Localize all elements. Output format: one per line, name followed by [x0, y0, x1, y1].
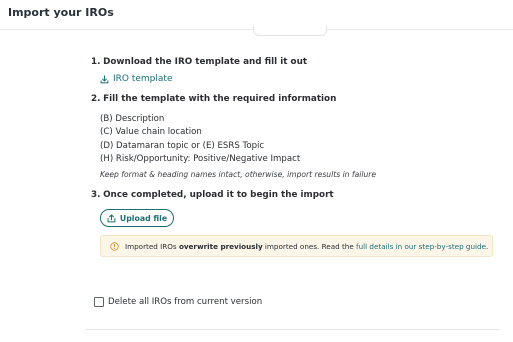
list-item: (H) Risk/Opportunity: Positive/Negative …: [100, 153, 301, 164]
warning-text-bold: overwrite previously: [178, 241, 263, 251]
warning-text-middle: imported ones. Read the: [262, 241, 357, 251]
delete-all-label[interactable]: Delete all IROs from current version: [108, 297, 262, 307]
iro-template-link[interactable]: IRO template: [100, 74, 172, 84]
step-1: 1. Download the IRO template and fill it…: [91, 57, 307, 67]
step-label: Download the IRO template and fill it ou…: [103, 57, 308, 67]
step-label: Once completed, upload it to begin the i…: [103, 190, 334, 200]
download-icon: [100, 74, 109, 83]
upload-file-button[interactable]: Upload file: [100, 209, 174, 227]
required-fields-list: (B) Description (C) Value chain location…: [100, 113, 300, 166]
overwrite-warning: Imported IROs overwrite previously impor…: [100, 235, 493, 257]
warning-text-suffix: .: [486, 241, 489, 251]
list-item: (B) Description: [100, 114, 165, 124]
step-by-step-guide-link[interactable]: full details in our step-by-step guide: [356, 242, 486, 251]
step-number: 1.: [91, 57, 101, 67]
list-item: (C) Value chain location: [100, 127, 202, 138]
delete-all-option[interactable]: Delete all IROs from current version: [94, 297, 262, 307]
step-number: 2.: [91, 94, 101, 104]
step-2: 2. Fill the template with the required i…: [91, 94, 336, 104]
page-title: Import your IROs: [8, 6, 114, 19]
tab-stub: [253, 26, 327, 36]
info-circle-icon: [110, 241, 119, 251]
delete-all-checkbox[interactable]: [94, 297, 104, 307]
list-item: (D) Datamaran topic or (E) ESRS Topic: [100, 140, 265, 151]
bottom-divider: [86, 329, 500, 330]
warning-text-prefix: Imported IROs: [125, 241, 179, 251]
upload-icon: [107, 213, 116, 222]
step-number: 3.: [91, 190, 101, 200]
iro-template-label: IRO template: [113, 74, 173, 84]
step-label: Fill the template with the required info…: [103, 94, 337, 104]
step-3: 3. Once completed, upload it to begin th…: [91, 190, 334, 200]
upload-file-label: Upload file: [119, 213, 168, 223]
format-hint: Keep format & heading names intact, othe…: [100, 170, 377, 179]
